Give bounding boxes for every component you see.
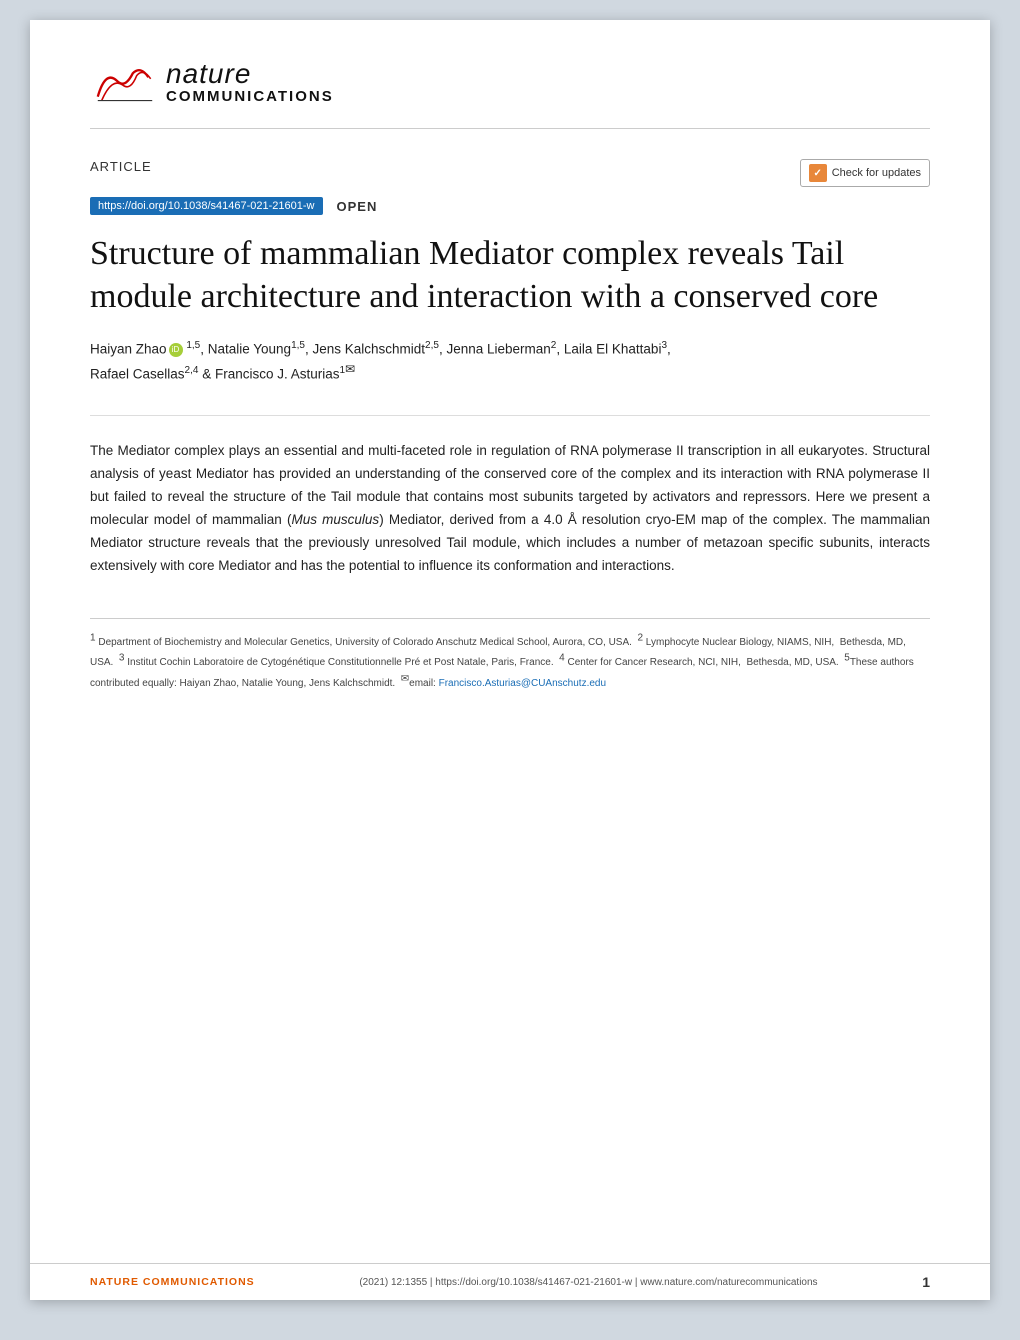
journal-header: nature COMMUNICATIONS [90,60,930,129]
section-divider [90,415,930,416]
footnote-1: 1 Department of Biochemistry and Molecul… [90,637,914,689]
article-type-label: ARTICLE [90,159,152,174]
author-1: Haiyan Zhao [90,342,167,357]
footnotes-block: 1 Department of Biochemistry and Molecul… [90,618,930,692]
page-footer: NATURE COMMUNICATIONS (2021) 12:1355 | h… [30,1263,990,1300]
check-updates-icon: ✓ [809,164,827,182]
article-page: nature COMMUNICATIONS ARTICLE ✓ Check fo… [30,20,990,1300]
orcid-icon: iD [169,343,183,357]
author-4: Jenna Lieberman [446,342,550,357]
author-7: Francisco J. Asturias [215,367,340,382]
footer-journal-name: NATURE COMMUNICATIONS [90,1276,255,1288]
check-updates-button[interactable]: ✓ Check for updates [800,159,930,187]
abstract-text: The Mediator complex plays an essential … [90,440,930,578]
article-title: Structure of mammalian Mediator complex … [90,233,930,318]
email-link[interactable]: Francisco.Asturias@CUAnschutz.edu [439,678,606,689]
authors-block: Haiyan ZhaoiD 1,5, Natalie Young1,5, Jen… [90,338,930,385]
journal-subtitle: COMMUNICATIONS [166,88,334,105]
journal-name: nature [166,60,334,88]
footer-page-number: 1 [922,1274,930,1290]
journal-name-block: nature COMMUNICATIONS [166,60,334,105]
nature-logo-icon [90,60,160,110]
author-6: Rafael Casellas [90,367,185,382]
author-5: Laila El Khattabi [564,342,662,357]
footer-citation: (2021) 12:1355 | https://doi.org/10.1038… [359,1277,817,1288]
doi-link[interactable]: https://doi.org/10.1038/s41467-021-21601… [90,197,323,215]
doi-row: https://doi.org/10.1038/s41467-021-21601… [90,197,930,215]
check-updates-label: Check for updates [832,167,921,179]
open-access-badge: OPEN [337,199,378,214]
author-2: Natalie Young [208,342,291,357]
article-meta-row: ARTICLE ✓ Check for updates [90,159,930,187]
author-3: Jens Kalchschmidt [312,342,425,357]
